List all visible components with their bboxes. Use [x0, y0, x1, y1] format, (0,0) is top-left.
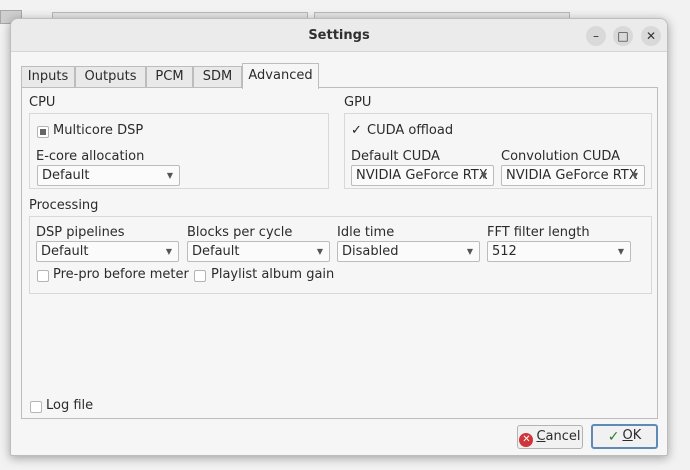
idle-time-label: Idle time — [337, 225, 395, 240]
cuda-offload-label: CUDA offload — [367, 123, 454, 138]
dsp-pipelines-label: DSP pipelines — [36, 225, 125, 240]
ok-mnemonic: O — [622, 428, 633, 443]
ok-check-icon: ✓ — [607, 429, 620, 445]
chevron-down-icon: ▼ — [165, 247, 172, 256]
fft-filter-length-label: FFT filter length — [487, 225, 590, 240]
cancel-mnemonic: C — [536, 429, 546, 444]
chevron-down-icon: ▼ — [480, 171, 487, 180]
playlist-album-gain-label: Playlist album gain — [211, 267, 335, 282]
close-button[interactable]: ✕ — [641, 26, 661, 46]
window-title: Settings — [308, 28, 370, 43]
idle-time-value: Disabled — [342, 244, 399, 259]
log-file-checkbox[interactable] — [30, 401, 42, 413]
convolution-cuda-select[interactable]: NVIDIA GeForce RTX ▼ — [501, 165, 645, 186]
pre-pro-checkbox[interactable] — [37, 270, 49, 282]
ok-button[interactable]: ✓ OK — [591, 424, 658, 449]
minimize-button[interactable]: – — [586, 26, 606, 46]
fft-filter-length-select[interactable]: 512 ▼ — [487, 241, 631, 262]
cancel-button[interactable]: ✕ Cancel — [517, 425, 583, 449]
tab-sdm[interactable]: SDM — [193, 66, 242, 88]
playlist-album-gain-checkbox[interactable] — [194, 270, 206, 282]
dsp-pipelines-value: Default — [41, 244, 89, 259]
idle-time-select[interactable]: Disabled ▼ — [337, 241, 480, 262]
dsp-pipelines-select[interactable]: Default ▼ — [36, 241, 179, 262]
chevron-down-icon: ▼ — [466, 247, 473, 256]
cpu-group-label: CPU — [29, 95, 56, 110]
cpu-group: Multicore DSP E-core allocation Default … — [29, 113, 329, 189]
chevron-down-icon: ▼ — [316, 247, 323, 256]
gpu-group: ✓ CUDA offload Default CUDA NVIDIA GeFor… — [344, 113, 652, 189]
ecore-allocation-label: E-core allocation — [36, 149, 145, 164]
multicore-dsp-checkbox[interactable] — [37, 126, 49, 138]
gpu-group-label: GPU — [344, 95, 372, 110]
cancel-label: ancel — [545, 429, 581, 444]
title-bar: Settings – □ ✕ — [11, 19, 667, 52]
fft-filter-length-value: 512 — [492, 244, 517, 259]
ok-label: K — [632, 428, 642, 443]
default-cuda-label: Default CUDA — [351, 149, 440, 164]
chevron-down-icon: ▼ — [166, 171, 173, 180]
tab-outputs[interactable]: Outputs — [75, 66, 146, 88]
pre-pro-label: Pre-pro before meter — [53, 267, 189, 282]
blocks-per-cycle-value: Default — [192, 244, 240, 259]
convolution-cuda-label: Convolution CUDA — [501, 149, 621, 164]
tab-pcm[interactable]: PCM — [146, 66, 193, 88]
blocks-per-cycle-label: Blocks per cycle — [187, 225, 293, 240]
checkmark-icon: ✓ — [351, 123, 362, 138]
close-icon: ✕ — [645, 29, 657, 43]
cancel-icon: ✕ — [519, 433, 534, 447]
chevron-down-icon: ▼ — [631, 171, 638, 180]
cuda-offload-checkbox[interactable]: ✓ — [350, 123, 362, 138]
processing-group-label: Processing — [29, 198, 99, 213]
blocks-per-cycle-select[interactable]: Default ▼ — [187, 241, 330, 262]
tab-advanced[interactable]: Advanced — [242, 63, 319, 89]
convolution-cuda-value: NVIDIA GeForce RTX — [506, 168, 638, 183]
multicore-dsp-label: Multicore DSP — [53, 123, 144, 138]
tab-inputs[interactable]: Inputs — [21, 66, 75, 88]
maximize-icon: □ — [617, 29, 629, 43]
ecore-allocation-select[interactable]: Default ▼ — [37, 165, 180, 186]
ecore-allocation-value: Default — [42, 168, 90, 183]
default-cuda-select[interactable]: NVIDIA GeForce RTX ▼ — [351, 165, 494, 186]
maximize-button[interactable]: □ — [613, 26, 633, 46]
log-file-label: Log file — [46, 398, 94, 413]
chevron-down-icon: ▼ — [617, 247, 624, 256]
advanced-panel: CPU Multicore DSP E-core allocation Defa… — [21, 87, 658, 419]
settings-dialog: Settings – □ ✕ Inputs Outputs PCM SDM Ad… — [10, 18, 668, 456]
processing-group: DSP pipelines Default ▼ Blocks per cycle… — [29, 216, 652, 294]
minimize-icon: – — [593, 29, 599, 43]
default-cuda-value: NVIDIA GeForce RTX — [356, 168, 488, 183]
